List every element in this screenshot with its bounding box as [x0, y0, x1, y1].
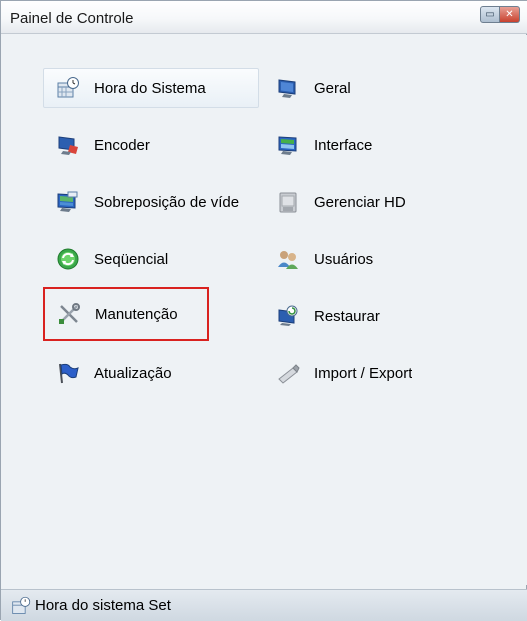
monitor-icon [276, 76, 300, 100]
status-text: Hora do sistema Set [35, 597, 171, 614]
encoder-monitor-icon [56, 133, 80, 157]
window-controls: ▭ ✕ [480, 6, 520, 24]
menu-item-label: Hora do Sistema [94, 79, 206, 97]
interface-monitor-icon [276, 133, 300, 157]
status-bar: Hora do sistema Set [1, 589, 527, 621]
window-title: Painel de Controle [10, 10, 134, 27]
tools-icon [57, 302, 81, 326]
update-flag-icon [56, 361, 80, 385]
usb-drive-icon [276, 361, 300, 385]
close-icon: ✕ [505, 8, 514, 20]
menu-item-usuarios[interactable]: Usuários [263, 239, 463, 279]
menu-item-interface[interactable]: Interface [263, 125, 463, 165]
menu-item-label: Atualização [94, 364, 172, 382]
minimize-button[interactable]: ▭ [480, 6, 500, 23]
menu-item-encoder[interactable]: Encoder [43, 125, 259, 165]
minimize-icon: ▭ [485, 8, 495, 20]
menu-item-atualizacao[interactable]: Atualização [43, 353, 259, 393]
menu-item-label: Interface [314, 136, 373, 154]
control-panel-window: Painel de Controle ▭ ✕ Hora do Sistema G… [0, 0, 527, 621]
restore-icon [276, 304, 300, 328]
menu-item-geral[interactable]: Geral [263, 68, 463, 108]
close-button[interactable]: ✕ [500, 6, 520, 23]
menu-item-label: Manutenção [95, 305, 178, 323]
clock-calendar-icon [11, 596, 31, 616]
menu-item-hora-do-sistema[interactable]: Hora do Sistema [43, 68, 259, 108]
title-bar: Painel de Controle ▭ ✕ [1, 1, 527, 34]
menu-item-label: Usuários [314, 250, 374, 268]
menu-item-restaurar[interactable]: Restaurar [263, 296, 463, 336]
menu-item-label: Sobreposição de víde [94, 193, 240, 211]
menu-item-manutencao[interactable]: Manutenção [43, 287, 209, 341]
users-icon [276, 247, 300, 271]
menu-item-label: Geral [314, 79, 351, 97]
menu-item-sobreposicao-de-video[interactable]: Sobreposição de víde [43, 182, 259, 222]
menu-item-import-export[interactable]: Import / Export [263, 353, 483, 393]
menu-item-sequencial[interactable]: Seqüencial [43, 239, 259, 279]
video-overlay-icon [56, 190, 80, 214]
clock-calendar-icon [56, 76, 80, 100]
menu-item-label: Gerenciar HD [314, 193, 406, 211]
menu-item-label: Encoder [94, 136, 150, 154]
menu-item-gerenciar-hd[interactable]: Gerenciar HD [263, 182, 463, 222]
sequence-cycle-icon [56, 247, 80, 271]
menu-item-label: Import / Export [314, 364, 413, 382]
menu-item-label: Seqüencial [94, 250, 169, 268]
menu-item-label: Restaurar [314, 307, 380, 325]
menu-grid: Hora do Sistema Geral Encoder Interface [1, 35, 527, 585]
hard-disk-icon [276, 190, 300, 214]
